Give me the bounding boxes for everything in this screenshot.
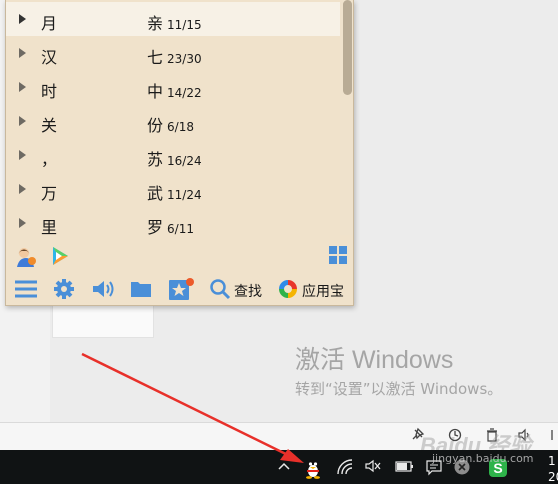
annotation-arrow: [81, 352, 304, 463]
watermark-url: jingyan.baidu.com: [432, 452, 534, 465]
